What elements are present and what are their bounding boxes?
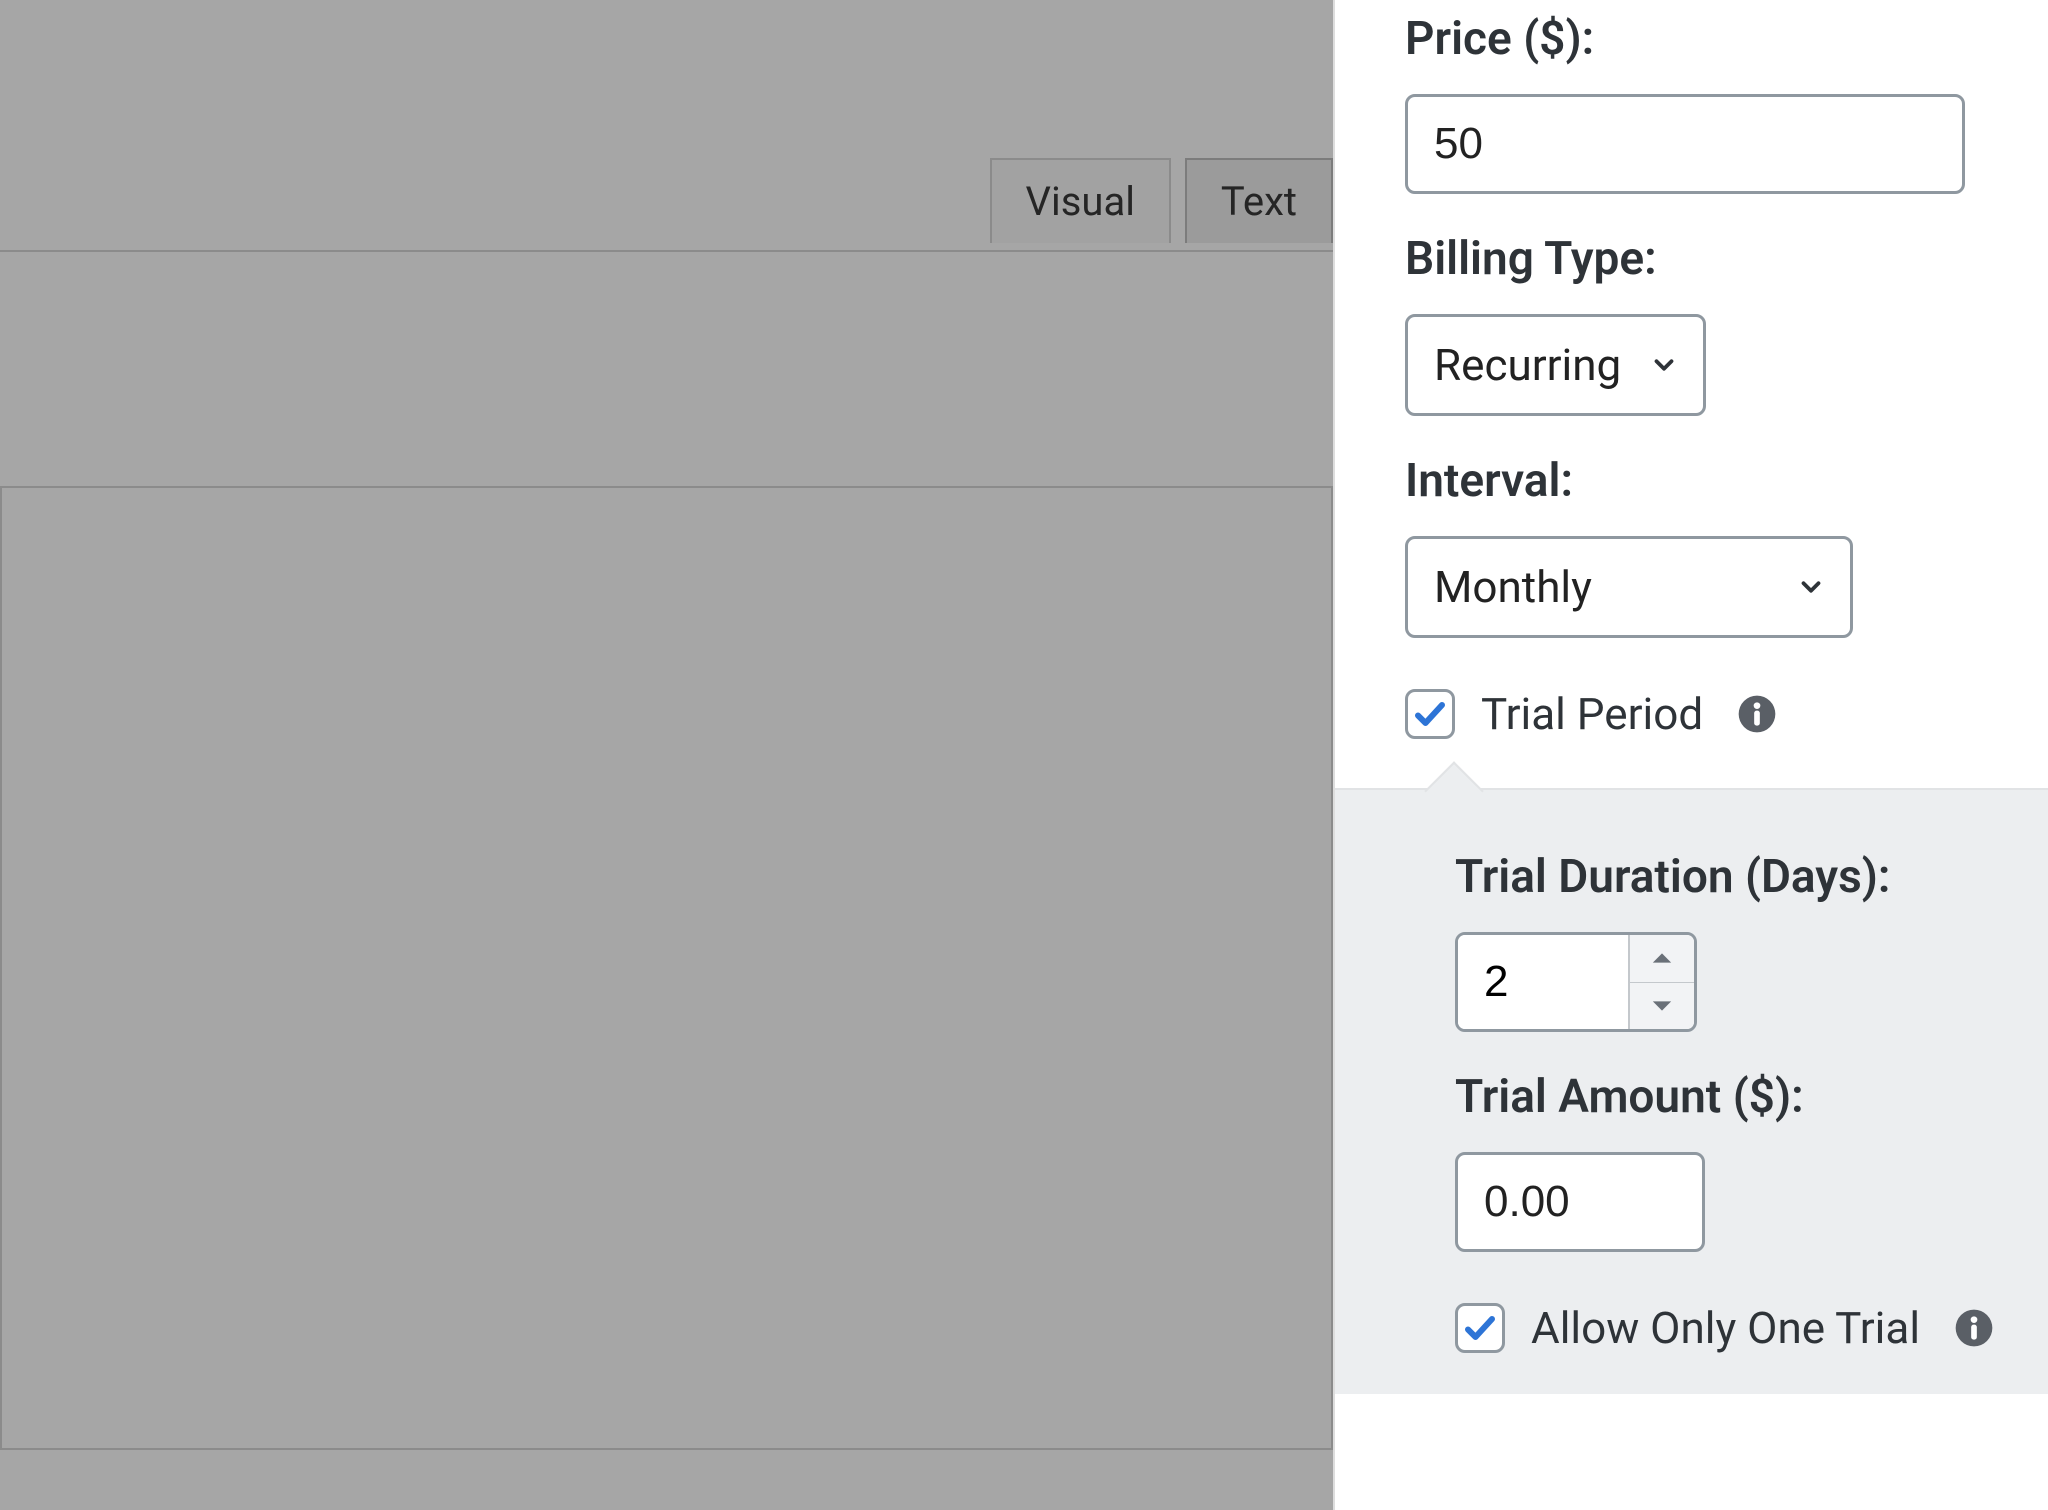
allow-one-trial-checkbox[interactable] <box>1455 1303 1505 1353</box>
allow-one-trial-row: Allow Only One Trial <box>1455 1302 2048 1354</box>
trial-period-row: Trial Period <box>1405 688 2048 740</box>
billing-type-select[interactable]: Recurring <box>1405 314 1706 416</box>
allow-one-trial-label: Allow Only One Trial <box>1531 1302 1920 1354</box>
editor-body[interactable] <box>0 488 1333 1450</box>
price-input[interactable] <box>1405 94 1965 194</box>
editor-tabs: Visual Text <box>990 158 1333 243</box>
billing-type-value: Recurring <box>1434 339 1621 391</box>
interval-select[interactable]: Monthly <box>1405 536 1853 638</box>
trial-duration-label: Trial Duration (Days): <box>1455 850 2048 904</box>
editor-toolbar <box>0 250 1333 488</box>
chevron-down-icon <box>1796 572 1826 602</box>
trial-period-checkbox[interactable] <box>1405 689 1455 739</box>
stepper-up-button[interactable] <box>1630 935 1694 983</box>
trial-amount-input[interactable] <box>1455 1152 1705 1252</box>
interval-label: Interval: <box>1405 454 2048 508</box>
trial-amount-label: Trial Amount ($): <box>1455 1070 2048 1124</box>
trial-duration-stepper <box>1455 932 1697 1032</box>
tab-text[interactable]: Text <box>1185 158 1333 243</box>
info-icon[interactable] <box>1737 694 1777 734</box>
stepper-buttons <box>1628 935 1694 1029</box>
info-icon[interactable] <box>1954 1308 1994 1348</box>
interval-value: Monthly <box>1434 561 1592 613</box>
trial-duration-input[interactable] <box>1458 935 1628 1029</box>
settings-panel: Price ($): Billing Type: Recurring Inter… <box>1333 0 2048 1510</box>
tab-visual[interactable]: Visual <box>990 158 1171 243</box>
trial-period-label: Trial Period <box>1481 688 1703 740</box>
trial-settings-panel: Trial Duration (Days): Trial Amount ($): <box>1335 788 2048 1394</box>
price-label: Price ($): <box>1405 12 2048 66</box>
billing-type-label: Billing Type: <box>1405 232 2048 286</box>
chevron-down-icon <box>1649 350 1679 380</box>
editor-panel: Visual Text <box>0 0 1333 1510</box>
stepper-down-button[interactable] <box>1630 983 1694 1030</box>
